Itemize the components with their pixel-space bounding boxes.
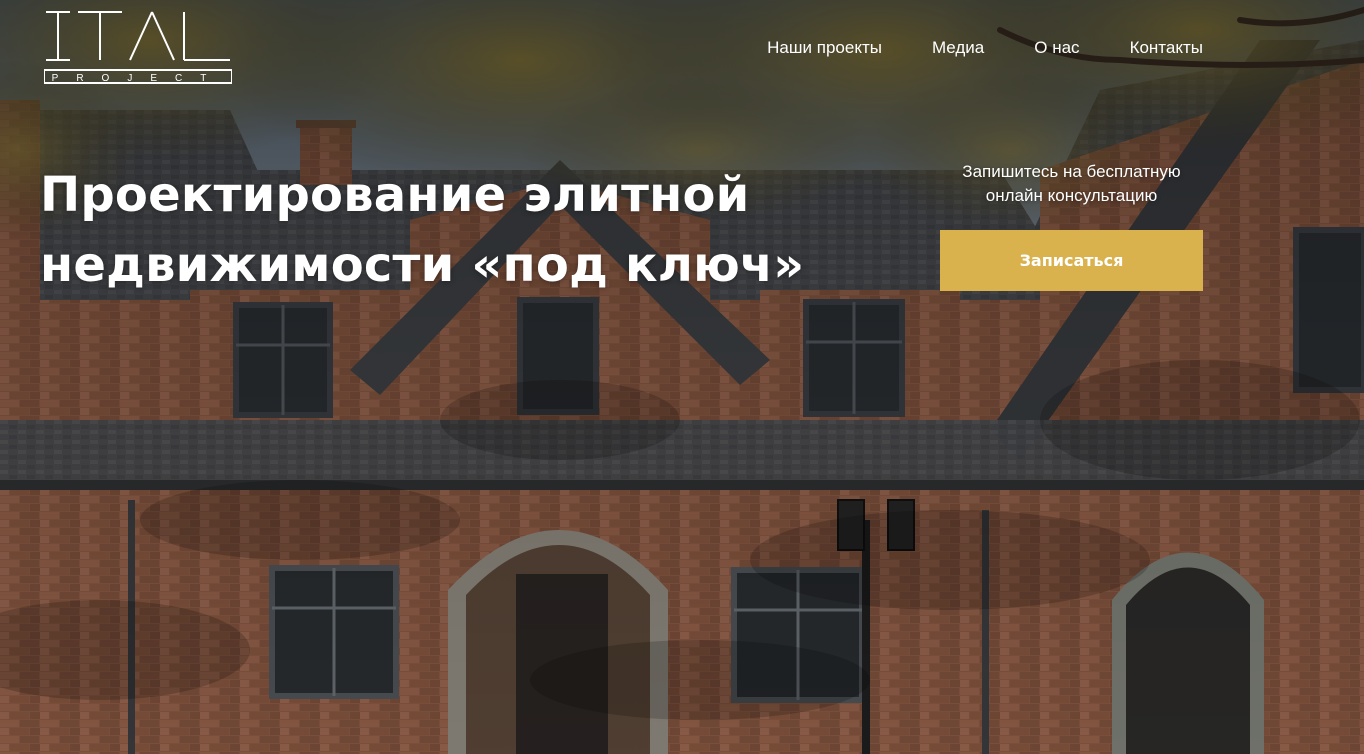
logo-subtitle: PROJECT [52, 73, 225, 84]
main-nav: Наши проекты Медиа О нас Контакты [767, 38, 1203, 58]
consultation-cta: Запишитесь на бесплатную онлайн консульт… [940, 160, 1203, 291]
nav-link-about[interactable]: О нас [1034, 38, 1079, 58]
nav-link-media[interactable]: Медиа [932, 38, 984, 58]
hero-section: PROJECT Наши проекты Медиа О нас Контакт… [0, 0, 1364, 754]
hero-headline: Проектирование элитной недвижимости «под… [40, 160, 880, 300]
nav-link-contacts[interactable]: Контакты [1130, 38, 1203, 58]
site-logo[interactable]: PROJECT [43, 10, 233, 86]
nav-link-projects[interactable]: Наши проекты [767, 38, 882, 58]
hero-headline-line1: Проектирование элитной [40, 167, 750, 223]
cta-text-line1: Запишитесь на бесплатную [962, 162, 1181, 181]
hero-dark-overlay [0, 0, 1364, 754]
cta-description: Запишитесь на бесплатную онлайн консульт… [940, 160, 1203, 208]
signup-button[interactable]: Записаться [940, 230, 1203, 291]
hero-headline-line2: недвижимости «под ключ» [40, 237, 805, 293]
cta-text-line2: онлайн консультацию [985, 186, 1158, 205]
